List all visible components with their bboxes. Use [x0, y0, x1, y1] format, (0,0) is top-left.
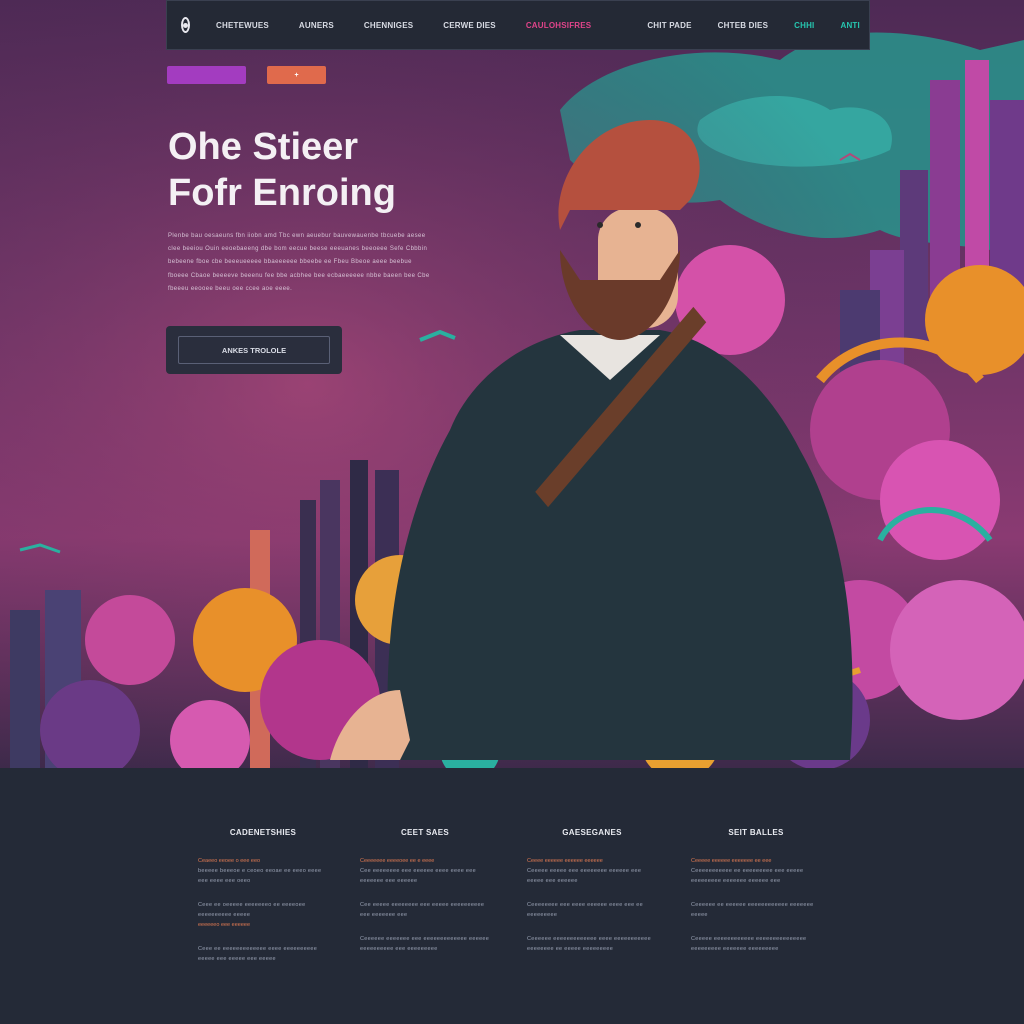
footer-section: CADENETSHIES Ceaeeo eeoee o eee eeo beee…	[0, 768, 1024, 1024]
nav-item-5-active[interactable]: CAULOHSIFRES	[526, 21, 592, 30]
footer-text: Ceee ee eeeeeeeeeeeee eeee eeeeeeeeee ee…	[198, 946, 318, 962]
hero-title-line-2: Fofr Enroing	[168, 172, 396, 214]
footer-column-3: GAESEGANES Ceeee eeeeee eeeeee eeeeee Ce…	[527, 828, 657, 954]
nav-right-item-2[interactable]: CHTEB DIES	[718, 21, 768, 30]
nav-right-item-3[interactable]: CHHI	[794, 21, 814, 30]
hero-cta-button[interactable]: ANKES TROLOLE	[178, 336, 330, 364]
hero-illustration	[0, 0, 1024, 768]
hero-section	[0, 0, 1024, 768]
footer-text: Cee eeeeeeee eee eeeeee eeee eeee eee ee…	[360, 868, 477, 884]
logo-icon[interactable]	[181, 17, 190, 33]
footer-accent-text[interactable]: Ceeeeeee eeeeoee ee e eeee	[360, 856, 490, 866]
footer-column-2: CEET SAES Ceeeeeee eeeeoee ee e eeee Cee…	[360, 828, 490, 954]
cta-container: ANKES TROLOLE	[166, 326, 342, 374]
footer-text: Ceeeeeeeeeee ee eeeeeeeee eee eeeee eeee…	[691, 868, 804, 884]
footer-column-title: CEET SAES	[400, 828, 450, 837]
footer-column-4: SEIT BALLES Ceeeee eeeeee eeeeeee ee eee…	[691, 828, 821, 954]
footer-text: Ceeeee eeeeeeeeeeee eeeeeeeeeeeeeee eeee…	[691, 936, 807, 952]
nav-right-item-1[interactable]: CHIT PADE	[647, 21, 691, 30]
footer-text: Ceeeee eeeee eee eeeeeeee eeeeee eee eee…	[527, 868, 642, 884]
footer-accent-text[interactable]: eeeeeeo eee eeeeee	[198, 920, 328, 930]
nav-item-1[interactable]: CHETEWUES	[216, 21, 269, 30]
hero-title-line-1: Ohe Stieer	[168, 126, 359, 168]
footer-column-title: CADENETSHIES	[229, 828, 297, 837]
nav-item-3[interactable]: CHENNIGES	[364, 21, 413, 30]
footer-text: Ceee ee oeeeee eeeeeeeo ee eeeeoee eeeee…	[198, 902, 306, 918]
footer-text: Ceeeeee eeeeeee eee eeeeeeeeeeeee eeeeee…	[360, 936, 490, 952]
footer-accent-text[interactable]: Ceeeee eeeeee eeeeeee ee eee	[691, 856, 821, 866]
footer-column-title: GAESEGANES	[562, 828, 622, 837]
footer-text: Ceeeeee eeeeeeeeeeeee eeee eeeeeeeeeee e…	[527, 936, 651, 952]
footer-text: Cee eeeee eeeeeeee eee eeeee eeeeeeeeee …	[360, 902, 485, 918]
footer-accent-text[interactable]: Ceeee eeeeee eeeeee eeeeee	[527, 856, 657, 866]
top-navigation: CHETEWUES AUNERS CHENNIGES CERWE DIES CA…	[166, 0, 870, 50]
orange-tag-button[interactable]: +	[267, 66, 326, 84]
footer-text: Ceeeeee ee eeeeee eeeeeeeeeeee eeeeeee e…	[691, 902, 814, 918]
footer-column-1: CADENETSHIES Ceaeeo eeoee o eee eeo beee…	[198, 828, 328, 964]
purple-tag-button[interactable]	[167, 66, 246, 84]
hero-lead-paragraph: Plenbe bau oesaeuns fbn iiobn amd Tbc ew…	[168, 233, 430, 292]
nav-item-2[interactable]: AUNERS	[299, 21, 334, 30]
footer-text: beeeee beeeoe e ceoeo eeoae ee eeeo eeee…	[198, 868, 322, 884]
footer-accent-text[interactable]: Ceaeeo eeoee o eee eeo	[198, 856, 328, 866]
nav-item-4[interactable]: CERWE DIES	[443, 21, 496, 30]
nav-right-item-4[interactable]: ANTI	[840, 21, 859, 30]
footer-text: Ceeeeeeee eee eeee eeeeee eeee eee ee ee…	[527, 902, 644, 918]
footer-column-title: SEIT BALLES	[728, 828, 784, 837]
hero-title: Ohe Stieer Fofr Enroing	[168, 124, 396, 216]
